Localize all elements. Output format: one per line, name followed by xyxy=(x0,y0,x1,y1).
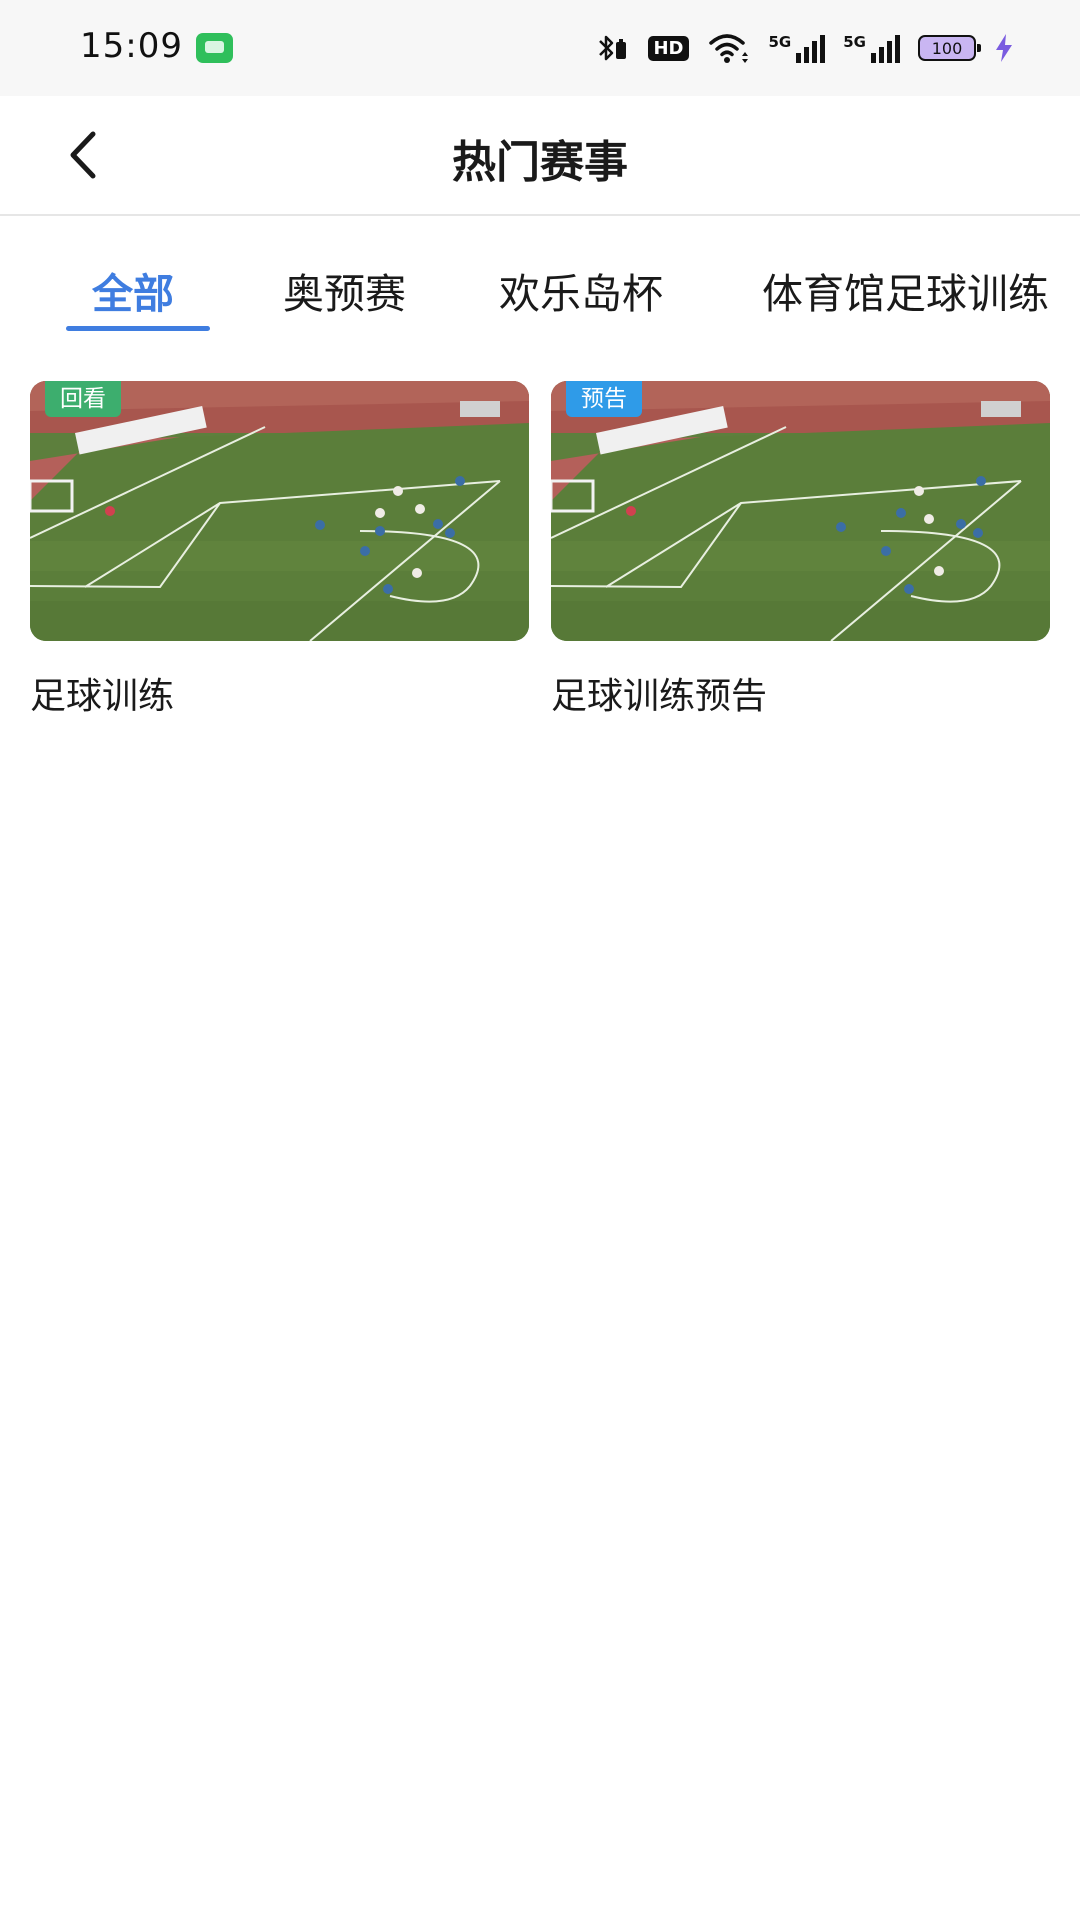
replay-badge: 回看 xyxy=(45,381,121,417)
event-title[interactable]: 足球训练 xyxy=(30,667,529,719)
preview-badge: 预告 xyxy=(566,381,642,417)
status-bar: 15:09 HD 5G 5G 100 xyxy=(0,0,1080,96)
tab-gym-football-training[interactable]: 体育馆足球训练 xyxy=(762,260,1049,320)
event-title-2[interactable]: 足球训练预告 xyxy=(551,667,1050,719)
hd-badge: HD xyxy=(648,35,689,61)
signal-icon-2: 5G xyxy=(843,33,900,63)
network-type-label-2: 5G xyxy=(843,33,866,51)
header: 热门赛事 xyxy=(0,96,1080,216)
tab-happy-island-cup[interactable]: 欢乐岛杯 xyxy=(499,260,663,320)
message-icon xyxy=(196,33,233,63)
tab-all[interactable]: 全部 xyxy=(92,260,174,320)
status-time: 15:09 xyxy=(80,26,183,66)
tab-indicator xyxy=(66,326,210,331)
page-title: 热门赛事 xyxy=(452,137,628,188)
football-field-image-2 xyxy=(551,381,1050,641)
tab-olympic-qualifier[interactable]: 奥预赛 xyxy=(283,260,406,320)
charging-icon xyxy=(996,34,1012,62)
signal-icon: 5G xyxy=(769,33,826,63)
bluetooth-icon xyxy=(599,35,627,61)
event-card-preview[interactable]: 预告 足球训练预告 xyxy=(551,381,1050,719)
battery-icon: 100 xyxy=(918,35,981,61)
network-type-label: 5G xyxy=(768,33,792,51)
event-thumbnail[interactable]: 回看 xyxy=(30,381,529,641)
status-icons: HD 5G 5G 100 xyxy=(596,30,1014,66)
event-card-replay[interactable]: 回看 足球训练 xyxy=(30,381,529,719)
football-field-image xyxy=(30,381,529,641)
wifi-icon xyxy=(708,34,748,63)
category-tabs: 全部 奥预赛 欢乐岛杯 体育馆足球训练 xyxy=(0,216,1080,336)
battery-level: 100 xyxy=(931,38,963,58)
event-thumbnail-2[interactable]: 预告 xyxy=(551,381,1050,641)
